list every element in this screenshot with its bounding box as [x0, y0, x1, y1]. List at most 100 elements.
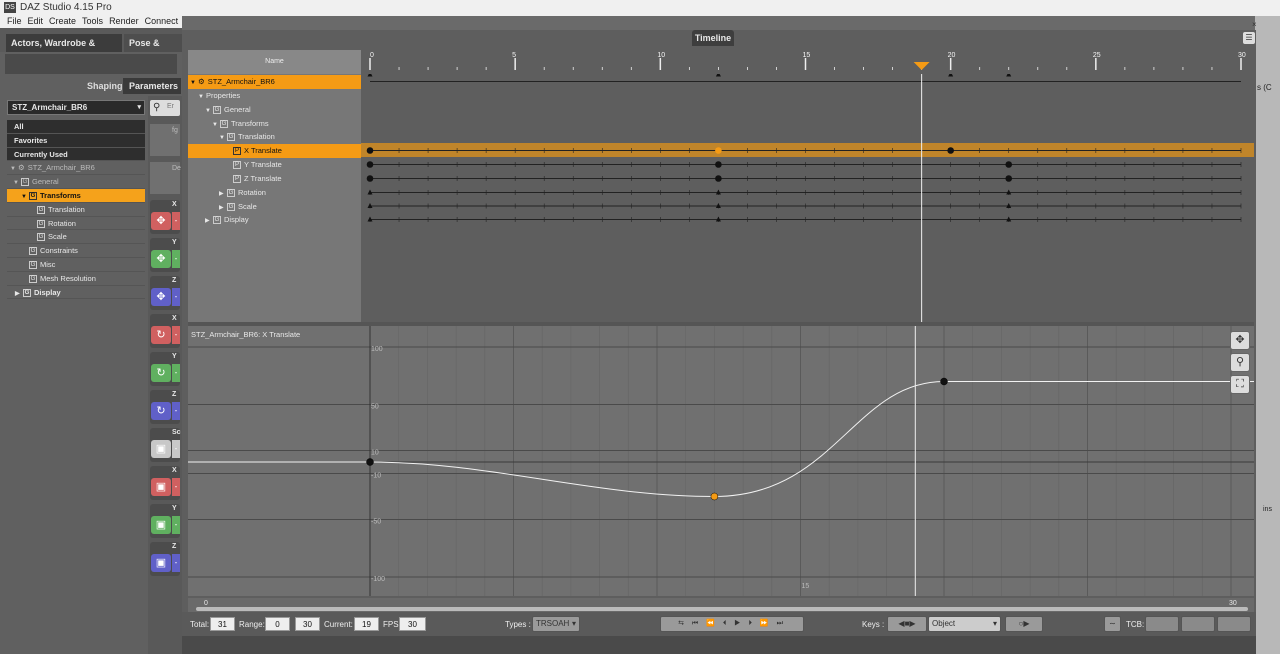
curve-keyframe[interactable]: [366, 458, 374, 466]
keyframe-tcb[interactable]: [366, 161, 374, 168]
menu-item[interactable]: File: [7, 16, 22, 28]
tree-item[interactable]: All: [7, 120, 145, 134]
node-selector[interactable]: STZ_Armchair_BR6 ▾: [7, 100, 145, 115]
keyframe-marker[interactable]: [367, 74, 373, 77]
property-dial[interactable]: X ✥ -: [150, 200, 180, 234]
tab-shaping[interactable]: Shaping: [81, 78, 129, 94]
tcb-continuity-field[interactable]: [1181, 616, 1215, 632]
minus-icon[interactable]: -: [172, 516, 180, 534]
key-options-button[interactable]: ○▶: [1005, 616, 1043, 632]
property-dial[interactable]: Y ▣ -: [150, 504, 180, 538]
search-box[interactable]: ⚲ Er: [150, 100, 180, 116]
property-dial[interactable]: Sc ▣ -: [150, 428, 181, 462]
tree-item[interactable]: G Scale: [7, 230, 145, 245]
property-dial[interactable]: Y ↻ -: [150, 352, 180, 386]
tree-item[interactable]: G Translation: [7, 203, 145, 217]
minus-icon[interactable]: -: [172, 250, 180, 268]
track-row[interactable]: ▼ G Translation: [188, 130, 361, 144]
track-row[interactable]: ▼ ⚙ STZ_Armchair_BR6: [188, 75, 361, 89]
keyframe-tcb[interactable]: [715, 175, 722, 182]
menu-item[interactable]: Connect: [145, 16, 179, 28]
expand-icon[interactable]: ▶: [205, 215, 213, 229]
property-dial[interactable]: X ↻ -: [150, 314, 180, 348]
tree-item[interactable]: G Mesh Resolution: [7, 272, 145, 286]
range-start-field[interactable]: 0: [265, 617, 290, 631]
tree-item[interactable]: ▼ G General: [7, 175, 145, 189]
keyframe-tcb[interactable]: [715, 147, 722, 154]
key-buttons[interactable]: ◀■▶: [887, 616, 927, 632]
minus-icon[interactable]: -: [172, 402, 180, 420]
tab-actors-wardrobe-props[interactable]: Actors, Wardrobe & Props: [6, 34, 122, 66]
range-end-field[interactable]: 30: [295, 617, 320, 631]
tab-parameters[interactable]: Parameters: [123, 78, 181, 94]
tree-item[interactable]: G Constraints: [7, 244, 145, 258]
track-row[interactable]: ▶ G Display: [188, 213, 361, 227]
menu-item[interactable]: Render: [109, 16, 139, 28]
property-dial[interactable]: Z ▣ -: [150, 542, 180, 576]
tree-item[interactable]: Currently Used: [7, 147, 145, 162]
track-row[interactable]: ▼ G General: [188, 103, 361, 117]
keyframe-tcb[interactable]: [366, 147, 374, 154]
tab-timeline[interactable]: Timeline: [692, 30, 734, 46]
tree-item[interactable]: ▼ G Transforms: [7, 188, 145, 203]
track-row[interactable]: ▶ G Rotation: [188, 186, 361, 200]
minus-icon[interactable]: -: [172, 478, 180, 496]
tree-item[interactable]: G Rotation: [7, 217, 145, 231]
property-dial[interactable]: Z ✥ -: [150, 276, 180, 310]
track-row[interactable]: ▶ G Scale: [188, 200, 361, 214]
pan-icon[interactable]: ✥: [1230, 331, 1250, 350]
tcb-tension-field[interactable]: [1145, 616, 1179, 632]
keyframe-tcb[interactable]: [947, 147, 954, 154]
expand-icon[interactable]: ▶: [15, 288, 23, 302]
current-frame-field[interactable]: 19: [354, 617, 379, 631]
keys-target-dropdown[interactable]: Object ▾: [928, 616, 1001, 632]
zoom-icon[interactable]: ⚲: [1230, 353, 1250, 372]
total-field[interactable]: 31: [210, 617, 235, 631]
minus-icon[interactable]: -: [172, 440, 180, 458]
pane-menu-icon[interactable]: ☰: [1243, 32, 1255, 44]
property-dial[interactable]: Z ↻ -: [150, 390, 180, 424]
keyframe-tcb[interactable]: [366, 175, 374, 182]
minus-icon[interactable]: -: [172, 288, 180, 306]
playhead-marker[interactable]: [913, 62, 930, 70]
track-row[interactable]: ▼ G Transforms: [188, 117, 361, 131]
keyframe-marker[interactable]: [715, 74, 721, 77]
keyframe-tcb[interactable]: [715, 161, 722, 168]
menu-item[interactable]: Edit: [28, 16, 44, 28]
curve-icon[interactable]: ∼: [1104, 616, 1121, 632]
property-dial[interactable]: Y ✥ -: [150, 238, 180, 272]
tree-item[interactable]: Favorites: [7, 133, 145, 148]
minus-icon[interactable]: -: [172, 212, 180, 230]
track-row[interactable]: PZ Translate: [188, 172, 361, 186]
tree-item[interactable]: ▶ G Display: [7, 286, 145, 300]
close-icon[interactable]: ×: [1252, 20, 1258, 29]
tree-item[interactable]: G Misc: [7, 258, 145, 272]
tab-pose-anim[interactable]: Pose & Anim: [124, 34, 182, 66]
track-row[interactable]: ▼ Properties: [188, 89, 361, 103]
keyframe-tcb[interactable]: [1005, 161, 1013, 168]
tree-item[interactable]: ▼ ⚙ STZ_Armchair_BR6: [7, 161, 145, 176]
tcb-bias-field[interactable]: [1217, 616, 1251, 632]
track-row[interactable]: PX Translate: [188, 144, 361, 158]
playback-controls[interactable]: ⇆ ⏮ ⏪ ⏴ ▶ ⏵ ⏩ ⏭: [660, 616, 804, 632]
keyframe-tcb[interactable]: [1005, 175, 1013, 182]
property-slider-2[interactable]: De: [150, 162, 181, 194]
animation-curve[interactable]: [188, 381, 1254, 498]
minus-icon[interactable]: -: [172, 364, 180, 382]
types-dropdown[interactable]: TRSOAH ▾: [532, 616, 580, 632]
property-dial[interactable]: X ▣ -: [150, 466, 180, 500]
curve-keyframe[interactable]: [710, 492, 719, 501]
frame-ruler[interactable]: 0 5 10 15 20 25 30: [361, 50, 1254, 74]
minus-icon[interactable]: -: [172, 554, 180, 572]
keyframe-marker[interactable]: [1006, 74, 1012, 77]
menu-item[interactable]: Create: [49, 16, 76, 28]
time-scrollbar[interactable]: [196, 607, 1248, 611]
graph-editor[interactable]: 100 50 10 -10 -50 -100 15 STZ_Armchair_BR6: X …: [188, 326, 1254, 596]
frame-all-icon[interactable]: ⛶: [1230, 375, 1250, 394]
curve-graph[interactable]: 100 50 10 -10 -50 -100 15: [188, 326, 1254, 596]
keyframe-marker[interactable]: [948, 74, 954, 77]
graph-frame-ruler[interactable]: 0 30: [188, 598, 1254, 612]
minus-icon[interactable]: -: [172, 326, 180, 344]
menu-item[interactable]: Tools: [82, 16, 103, 28]
track-row[interactable]: PY Translate: [188, 158, 361, 172]
